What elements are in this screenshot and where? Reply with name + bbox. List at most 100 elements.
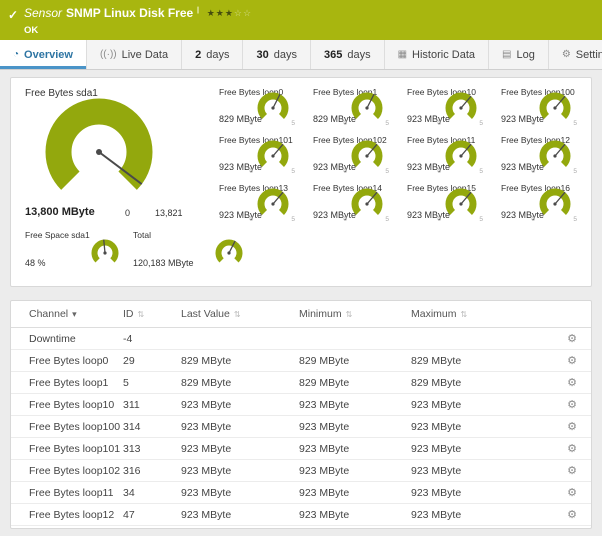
gauge-scale-max: 5 xyxy=(479,216,483,223)
gauge-scale-min: 0 xyxy=(249,216,253,223)
gauge-dial xyxy=(91,239,119,267)
channel-settings-icon[interactable]: ⚙ xyxy=(567,509,577,521)
gauge-scale-max: 5 xyxy=(291,120,295,127)
column-label: Minimum xyxy=(299,308,342,320)
gauge-scale-min: 0 xyxy=(437,120,441,127)
column-header-minimum[interactable]: Minimum ⇅ xyxy=(299,301,411,328)
gauge-value: 923 MByte xyxy=(501,162,545,172)
channel-settings-icon[interactable]: ⚙ xyxy=(567,377,577,389)
gauge-value: 923 MByte xyxy=(501,114,545,124)
cell-id: 316 xyxy=(123,459,181,482)
tab-overview[interactable]: ◔ Overview xyxy=(0,40,87,69)
gauge-total[interactable]: Total 120,183 MByte xyxy=(133,228,245,276)
priority-star[interactable]: ★ xyxy=(216,8,225,18)
tab-label: days xyxy=(273,48,297,61)
priority-star[interactable]: ☆ xyxy=(234,8,243,18)
sensor-title: Sensor SNMP Linux Disk Free ∥ ★★★☆☆ xyxy=(24,6,252,20)
tab-365-days[interactable]: 365 days xyxy=(311,40,385,69)
cell-actions: ⚙ xyxy=(523,371,591,394)
cell-minimum: 923 MByte xyxy=(299,393,411,416)
cell-maximum: 829 MByte xyxy=(411,349,523,372)
gauge-value: 923 MByte xyxy=(219,210,263,220)
tab-live-data[interactable]: ((·)) Live Data xyxy=(87,40,183,69)
gauge-free-bytes-loop16[interactable]: Free Bytes loop16 923 MByte 0 5 xyxy=(493,178,587,226)
tab-number: 365 xyxy=(323,48,343,61)
pause-icon[interactable]: ∥ xyxy=(196,7,200,14)
column-header-last-value[interactable]: Last Value ⇅ xyxy=(181,301,299,328)
cell-id: 47 xyxy=(123,503,181,526)
gauge-free-bytes-loop101[interactable]: Free Bytes loop101 923 MByte 0 5 xyxy=(211,130,305,178)
cell-id: -4 xyxy=(123,327,181,350)
tab-historic-data[interactable]: ▦ Historic Data xyxy=(385,40,490,69)
tab-label: Overview xyxy=(24,48,73,61)
gauge-free-bytes-loop0[interactable]: Free Bytes loop0 829 MByte 0 5 xyxy=(211,82,305,130)
gauge-scale-max: 5 xyxy=(291,216,295,223)
column-header-channel[interactable]: Channel ▾ xyxy=(11,301,123,328)
tab-settings[interactable]: ⚙ Settings xyxy=(549,40,602,69)
priority-star[interactable]: ★ xyxy=(225,8,234,18)
gauge-scale-min: 0 xyxy=(531,120,535,127)
cell-last-value: 923 MByte xyxy=(181,459,299,482)
tab-log[interactable]: ▤ Log xyxy=(489,40,549,69)
tab-label: Historic Data xyxy=(412,48,476,61)
cell-id: 29 xyxy=(123,349,181,372)
channel-settings-icon[interactable]: ⚙ xyxy=(567,487,577,499)
gauge-scale-max: 5 xyxy=(573,120,577,127)
column-header-maximum[interactable]: Maximum ⇅ xyxy=(411,301,523,328)
cell-id: 311 xyxy=(123,393,181,416)
channel-settings-icon[interactable]: ⚙ xyxy=(567,333,577,345)
gauge-free-bytes-loop100[interactable]: Free Bytes loop100 923 MByte 0 5 xyxy=(493,82,587,130)
sensor-title-prefix: Sensor xyxy=(24,6,63,20)
cell-maximum: 923 MByte xyxy=(411,481,523,504)
gauge-scale-min: 0 xyxy=(343,216,347,223)
gauge-value: 923 MByte xyxy=(501,210,545,220)
cell-maximum: 923 MByte xyxy=(411,393,523,416)
channel-settings-icon[interactable]: ⚙ xyxy=(567,421,577,433)
prtg-sensor-page: ✓ Sensor SNMP Linux Disk Free ∥ ★★★☆☆ OK ◔ O… xyxy=(0,0,602,529)
gauge-free-bytes-loop10[interactable]: Free Bytes loop10 923 MByte 0 5 xyxy=(399,82,493,130)
log-icon: ▤ xyxy=(502,49,512,60)
gauge-free-space-sda1[interactable]: Free Space sda1 48 % xyxy=(25,228,121,276)
gauge-free-bytes-loop12[interactable]: Free Bytes loop12 923 MByte 0 5 xyxy=(493,130,587,178)
cell-last-value: 923 MByte xyxy=(181,393,299,416)
cell-minimum: 923 MByte xyxy=(299,481,411,504)
tab-2-days[interactable]: 2 days xyxy=(182,40,244,69)
gauge-free-bytes-loop14[interactable]: Free Bytes loop14 923 MByte 0 5 xyxy=(305,178,399,226)
priority-star[interactable]: ★ xyxy=(207,8,216,18)
cell-maximum: 923 MByte xyxy=(411,459,523,482)
channel-settings-icon[interactable]: ⚙ xyxy=(567,443,577,455)
cell-id: 34 xyxy=(123,481,181,504)
gauge-scale-max: 5 xyxy=(479,168,483,175)
cell-maximum xyxy=(411,327,523,350)
gauge-free-bytes-loop11[interactable]: Free Bytes loop11 923 MByte 0 5 xyxy=(399,130,493,178)
cell-minimum: 923 MByte xyxy=(299,459,411,482)
gauge-scale-min: 0 xyxy=(249,120,253,127)
priority-star[interactable]: ☆ xyxy=(243,8,252,18)
column-header-id[interactable]: ID ⇅ xyxy=(123,301,181,328)
cell-channel: Downtime xyxy=(11,327,123,350)
gauge-free-bytes-loop102[interactable]: Free Bytes loop102 923 MByte 0 5 xyxy=(305,130,399,178)
cell-channel: Free Bytes loop10 xyxy=(11,393,123,416)
gauge-free-bytes-loop1[interactable]: Free Bytes loop1 829 MByte 0 5 xyxy=(305,82,399,130)
gauge-scale-min: 0 xyxy=(343,168,347,175)
big-gauge-value: 13,800 MByte xyxy=(25,206,95,218)
tab-label: Log xyxy=(516,48,535,61)
table-row-free-bytes-loop0: Free Bytes loop0 29 829 MByte 829 MByte 829 … xyxy=(11,349,591,372)
tab-30-days[interactable]: 30 days xyxy=(243,40,311,69)
gauge-scale-min: 0 xyxy=(437,168,441,175)
table-row-downtime: Downtime -4 ⚙ xyxy=(11,327,591,350)
gauge-scale-min: 0 xyxy=(249,168,253,175)
cell-actions: ⚙ xyxy=(523,481,591,504)
table-row-free-bytes-loop11: Free Bytes loop11 34 923 MByte 923 MByte 923… xyxy=(11,481,591,504)
priority-stars[interactable]: ★★★☆☆ xyxy=(207,8,252,18)
channel-settings-icon[interactable]: ⚙ xyxy=(567,355,577,367)
cell-actions: ⚙ xyxy=(523,459,591,482)
gauge-free-bytes-loop15[interactable]: Free Bytes loop15 923 MByte 0 5 xyxy=(399,178,493,226)
gauge-free-bytes-loop13[interactable]: Free Bytes loop13 923 MByte 0 5 xyxy=(211,178,305,226)
column-label: ID xyxy=(123,308,134,320)
channel-table: Channel ▾ ID ⇅ Last Value ⇅ Minimum ⇅ Maximum ⇅ D… xyxy=(11,301,591,526)
cell-channel: Free Bytes loop102 xyxy=(11,459,123,482)
channel-settings-icon[interactable]: ⚙ xyxy=(567,465,577,477)
cell-channel: Free Bytes loop11 xyxy=(11,481,123,504)
channel-settings-icon[interactable]: ⚙ xyxy=(567,399,577,411)
